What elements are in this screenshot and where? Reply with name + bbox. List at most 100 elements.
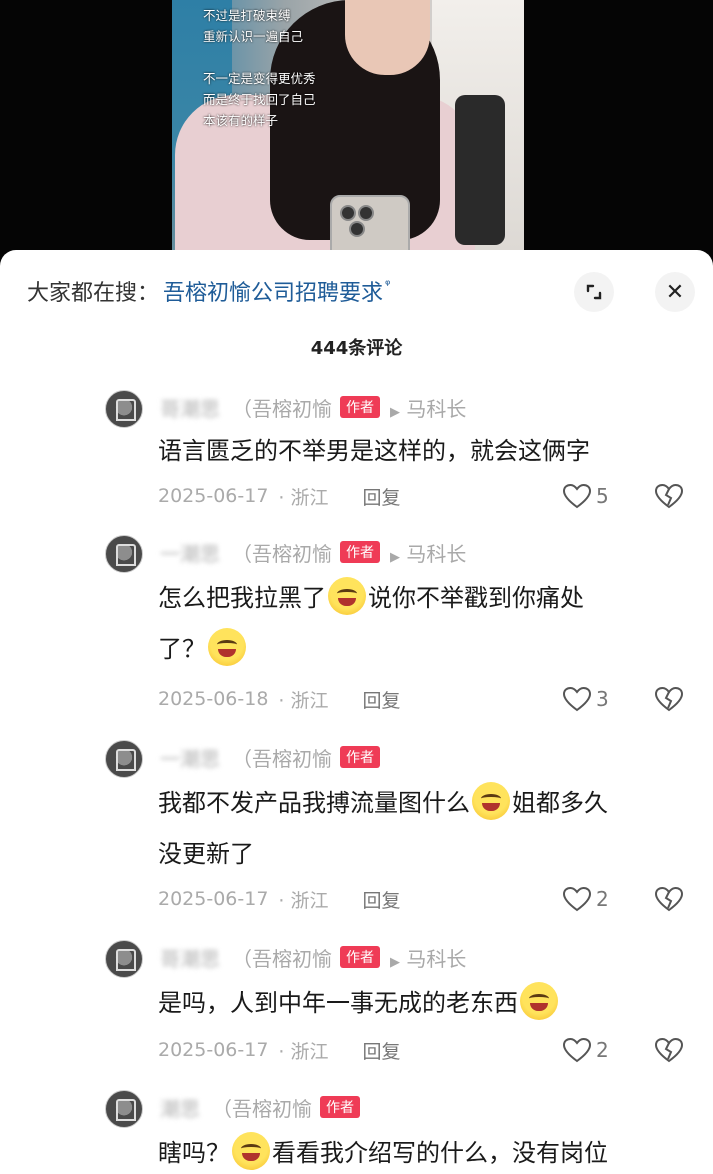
comment-text-part: 姐都多久 — [512, 789, 608, 817]
author-badge: 作者 — [340, 946, 380, 968]
broken-heart-icon — [654, 1037, 684, 1063]
reply-button[interactable]: 回复 — [363, 483, 401, 510]
user-tag: （吾榕初愉 — [232, 946, 332, 971]
reply-button[interactable]: 回复 — [363, 886, 401, 913]
play-arrow-icon: ▶ — [390, 404, 400, 420]
expand-button[interactable] — [574, 272, 614, 312]
close-icon: ✕ — [665, 279, 685, 305]
reply-to[interactable]: ▶ 马科长 — [390, 943, 466, 972]
comment-text-part: 是吗，人到中年一事无成的老东西 — [158, 989, 518, 1017]
author-badge: 作者 — [320, 1096, 360, 1118]
comment-text-part: 怎么把我拉黑了 — [158, 584, 326, 612]
comment-footer: 2025-06-18 · 浙江 回复 — [158, 686, 401, 712]
author-badge: 作者 — [340, 396, 380, 418]
comment-date: 2025-06-17 — [158, 888, 269, 910]
comment-text-part: 看看我介绍写的什么，没有岗位 — [272, 1139, 608, 1167]
username[interactable]: 潮思 — [160, 1093, 200, 1122]
comment-date: 2025-06-18 — [158, 688, 269, 710]
video-caption-line: 重新认识一遍自己 — [203, 29, 304, 44]
play-arrow-icon: ▶ — [390, 549, 400, 565]
video-caption-line: 本该有的样子 — [203, 113, 279, 128]
comment-text-part: 说你不举戳到你痛处 — [368, 584, 584, 612]
location-text: 浙江 — [290, 689, 329, 712]
comment-meta: 哥潮思 （吾榕初愉 作者 ▶ 马科长 — [160, 943, 466, 972]
phone-lens — [340, 205, 356, 221]
dislike-button[interactable] — [654, 886, 684, 912]
reply-button[interactable]: 回复 — [363, 1037, 401, 1064]
comment-text-part: 瞎吗？ — [158, 1139, 230, 1167]
author-badge: 作者 — [340, 746, 380, 768]
reply-to[interactable]: ▶ 马科长 — [390, 538, 466, 567]
heart-icon — [562, 886, 592, 912]
comment-location: · 浙江 — [278, 689, 329, 712]
location-text: 浙江 — [290, 486, 329, 509]
comment-text: 怎么把我拉黑了 说你不举戳到你痛处 了？ — [158, 573, 678, 675]
heart-icon — [562, 1037, 592, 1063]
username[interactable]: 哥潮思 — [160, 393, 220, 422]
comment-date: 2025-06-17 — [158, 1039, 269, 1061]
dislike-button[interactable] — [654, 1037, 684, 1063]
like-count: 5 — [596, 484, 609, 508]
username[interactable]: 哥潮思 — [160, 943, 220, 972]
author-badge: 作者 — [340, 541, 380, 563]
phone-lens — [349, 221, 365, 237]
like-count: 2 — [596, 887, 609, 911]
reply-to-name: 马科长 — [406, 541, 467, 566]
dislike-button[interactable] — [654, 483, 684, 509]
user-tag: （吾榕初愉 — [232, 396, 332, 421]
reply-to[interactable]: ▶ 马科长 — [390, 393, 466, 422]
username[interactable]: 一潮思 — [160, 743, 220, 772]
comment-text: 我都不发产品我搏流量图什么 姐都多久 没更新了 — [158, 778, 678, 880]
comment-footer: 2025-06-17 · 浙江 回复 — [158, 886, 401, 912]
comment-meta: 一潮思 （吾榕初愉 作者 — [160, 743, 380, 772]
broken-heart-icon — [654, 686, 684, 712]
comment-footer: 2025-06-17 · 浙江 回复 — [158, 483, 401, 509]
comment-text: 语言匮乏的不举男是这样的，就会这俩字 — [158, 426, 678, 477]
dislike-button[interactable] — [654, 686, 684, 712]
phone-lens — [358, 205, 374, 221]
broken-heart-icon — [654, 886, 684, 912]
video-area[interactable]: 不过是打破束缚 重新认识一遍自己 不一定是变得更优秀 而是终于找回了自己 本该有… — [0, 0, 713, 265]
like-count: 3 — [596, 687, 609, 711]
play-arrow-icon: ▶ — [390, 954, 400, 970]
reply-to-name: 马科长 — [406, 946, 467, 971]
like-button[interactable]: 2 — [562, 886, 609, 912]
comment-footer: 2025-06-17 · 浙江 回复 — [158, 1037, 401, 1063]
avatar[interactable] — [105, 940, 143, 978]
comment-text: 是吗，人到中年一事无成的老东西 — [158, 978, 678, 1029]
comment-text-part: 语言匮乏的不举男是这样的，就会这俩字 — [158, 437, 590, 465]
comment-date: 2025-06-17 — [158, 485, 269, 507]
expand-icon — [586, 284, 602, 300]
heart-icon — [562, 483, 592, 509]
video-person-face — [345, 0, 430, 75]
reply-button[interactable]: 回复 — [363, 686, 401, 713]
comment-text-part: 了？ — [158, 635, 206, 663]
grin-emoji-icon — [520, 982, 558, 1020]
search-suggestion[interactable]: 大家都在搜： 吾榕初愉公司招聘要求 ᵠ — [27, 275, 391, 307]
video-caption-line: 而是终于找回了自己 — [203, 92, 316, 107]
video-chair — [455, 95, 505, 245]
comment-meta: 哥潮思 （吾榕初愉 作者 ▶ 马科长 — [160, 393, 466, 422]
avatar[interactable] — [105, 535, 143, 573]
like-button[interactable]: 5 — [562, 483, 609, 509]
grin-emoji-icon — [328, 577, 366, 615]
username[interactable]: 一潮思 — [160, 538, 220, 567]
heart-icon — [562, 686, 592, 712]
like-button[interactable]: 2 — [562, 1037, 609, 1063]
close-button[interactable]: ✕ — [655, 272, 695, 312]
comment-text: 瞎吗？ 看看我介绍写的什么，没有岗位 — [158, 1128, 678, 1174]
video-caption-line: 不过是打破束缚 — [203, 8, 291, 23]
grin-emoji-icon — [232, 1132, 270, 1170]
comment-count: 444条评论 — [310, 338, 403, 359]
like-button[interactable]: 3 — [562, 686, 609, 712]
comment-meta: 一潮思 （吾榕初愉 作者 ▶ 马科长 — [160, 538, 466, 567]
avatar[interactable] — [105, 390, 143, 428]
avatar[interactable] — [105, 740, 143, 778]
avatar[interactable] — [105, 1090, 143, 1128]
party-emoji-icon — [472, 782, 510, 820]
search-term-link[interactable]: 吾榕初愉公司招聘要求 — [163, 275, 383, 307]
search-icon: ᵠ — [385, 277, 391, 293]
user-tag: （吾榕初愉 — [212, 1096, 312, 1121]
grin-emoji-icon — [208, 628, 246, 666]
comment-location: · 浙江 — [278, 889, 329, 912]
